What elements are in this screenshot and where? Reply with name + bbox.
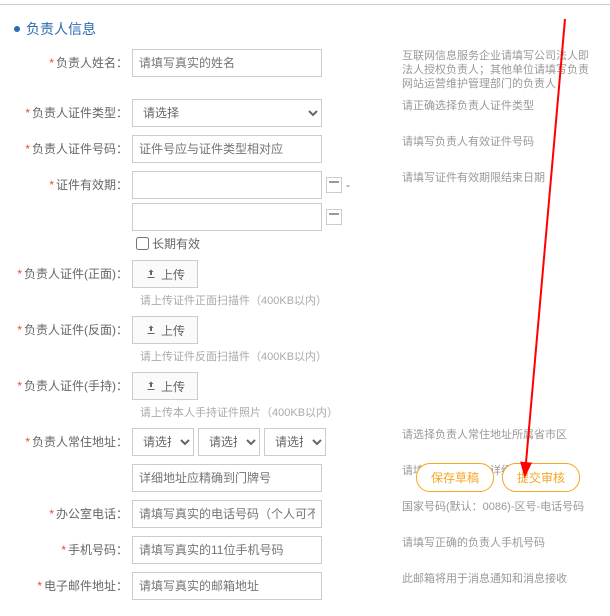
detail-address-input[interactable]: [132, 464, 322, 492]
hint-id-type: 请正确选择负责人证件类型: [396, 99, 596, 113]
hint-id-expiry: 请填写证件有效期限结束日期: [396, 171, 596, 185]
label-id-hand: 负责人证件(手持)：: [14, 372, 132, 400]
hint-name: 互联网信息服务企业请填写公司法人即法人授权负责人；其他单位请填写负责网站运营维护…: [396, 49, 596, 91]
hint-mobile: 请填写正确的负责人手机号码: [396, 536, 596, 550]
upload-icon: [145, 324, 157, 336]
upload-back-button[interactable]: 上传: [132, 316, 198, 344]
mobile-input[interactable]: [132, 536, 322, 564]
hint-id-back: 请上传证件反面扫描件（400KB以内）: [140, 348, 327, 364]
label-id-back: 负责人证件(反面)：: [14, 316, 132, 344]
label-id-expiry: 证件有效期：: [14, 171, 132, 199]
calendar-icon[interactable]: [326, 177, 342, 193]
hint-email: 此邮箱将用于消息通知和消息接收: [396, 572, 596, 586]
upload-icon: [145, 268, 157, 280]
district-select[interactable]: 请选择: [264, 428, 326, 456]
label-name: 负责人姓名：: [14, 49, 132, 77]
label-mobile: 手机号码：: [14, 536, 132, 564]
id-number-input[interactable]: [132, 135, 322, 163]
name-input[interactable]: [132, 49, 322, 77]
date-dash: -: [346, 178, 350, 192]
id-type-select[interactable]: 请选择: [132, 99, 322, 127]
upload-front-button[interactable]: 上传: [132, 260, 198, 288]
label-address: 负责人常住地址：: [14, 428, 132, 456]
upload-icon: [145, 380, 157, 392]
label-id-number: 负责人证件号码：: [14, 135, 132, 163]
hint-id-number: 请填写负责人有效证件号码: [396, 135, 596, 149]
hint-id-hand: 请上传本人手持证件照片（400KB以内）: [140, 404, 338, 420]
submit-button[interactable]: 提交审核: [502, 463, 580, 492]
upload-hand-button[interactable]: 上传: [132, 372, 198, 400]
label-id-front: 负责人证件(正面)：: [14, 260, 132, 288]
calendar-icon[interactable]: [326, 209, 342, 225]
office-tel-input[interactable]: [132, 500, 322, 528]
hint-address: 请选择负责人常住地址所属省市区: [396, 428, 596, 442]
label-office-tel: 办公室电话：: [14, 500, 132, 528]
save-draft-button[interactable]: 保存草稿: [416, 463, 494, 492]
label-email: 电子邮件地址：: [14, 572, 132, 600]
expiry-end-input[interactable]: [132, 203, 322, 231]
email-input[interactable]: [132, 572, 322, 600]
city-select[interactable]: 请选择: [198, 428, 260, 456]
label-id-type: 负责人证件类型：: [14, 99, 132, 127]
long-term-checkbox[interactable]: 长期有效: [136, 235, 200, 252]
hint-office-tel: 国家号码(默认：0086)-区号-电话号码: [396, 500, 596, 514]
expiry-start-input[interactable]: [132, 171, 322, 199]
province-select[interactable]: 请选择: [132, 428, 194, 456]
hint-id-front: 请上传证件正面扫描件（400KB以内）: [140, 292, 327, 308]
section-title: 负责人信息: [14, 19, 596, 39]
